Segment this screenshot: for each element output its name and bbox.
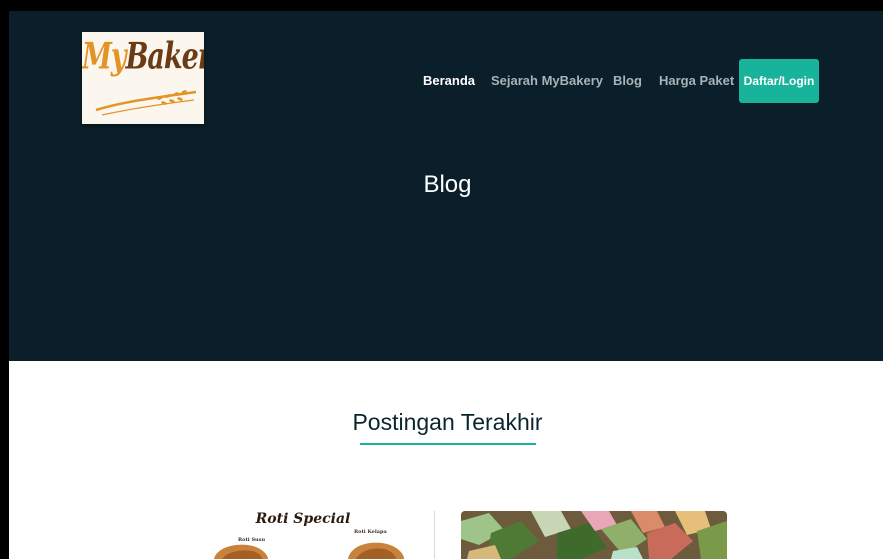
logo[interactable]: MyBakery [82,32,204,124]
nav-sejarah-mybakery[interactable]: Sejarah MyBakery [491,73,603,91]
hero-banner: MyBakery Beranda Sejarah MyBakery Blog H… [9,11,883,361]
kue-photo-icon [461,511,727,559]
daftar-login-button[interactable]: Daftar/Login [739,59,819,103]
page: MyBakery Beranda Sejarah MyBakery Blog H… [9,11,883,559]
nav-harga-paket[interactable]: Harga Paket [659,73,734,91]
page-title: Blog [423,171,472,198]
nav-blog[interactable]: Blog [613,73,642,91]
section-title: Postingan Terakhir [352,409,543,435]
nav-beranda[interactable]: Beranda [423,73,475,91]
bread-icon [214,542,404,559]
wheat-swoosh-icon [95,90,197,116]
section-title-underline [360,443,536,445]
post-card-roti-special[interactable]: Roti Special Roti Susu Roti Kelapa [172,511,435,559]
post-card-kue[interactable] [461,511,727,559]
